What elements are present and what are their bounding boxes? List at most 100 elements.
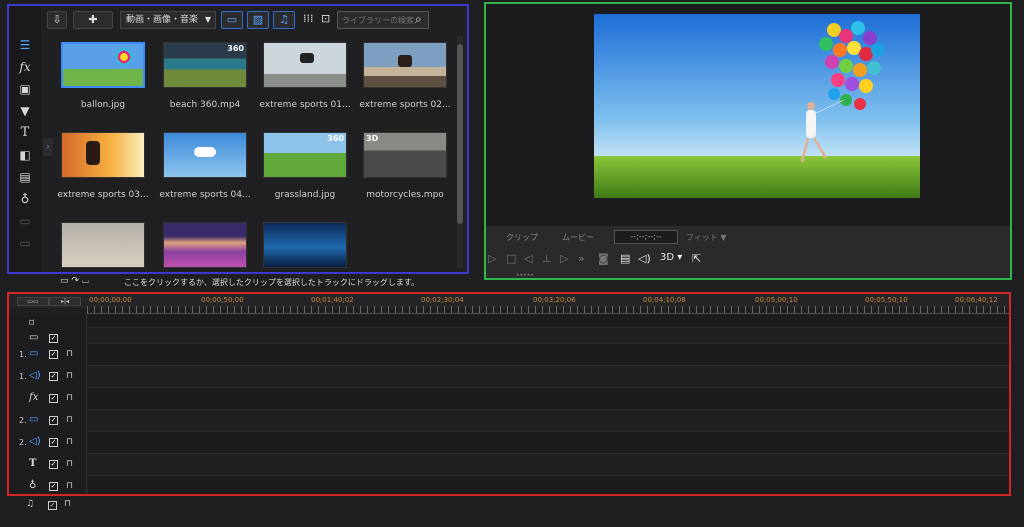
lock-icon[interactable]: ⊓ [66,481,73,491]
stop-icon[interactable]: □ [506,252,516,265]
list-item[interactable]: 3D motorcycles.mpo [363,132,447,200]
list-item[interactable] [61,222,145,268]
plugin-icon[interactable]: ✚ [73,11,113,29]
3d-mode-toggle[interactable]: 3D ▾ [660,252,682,263]
chapter-room-icon[interactable]: ▭ [17,236,33,250]
import-icon[interactable]: ⇩ [47,11,67,29]
expand-panel-toggle[interactable]: › [43,138,53,156]
list-item[interactable]: extreme sports 02... [359,42,451,110]
list-item[interactable] [163,222,247,268]
fast-forward-icon[interactable]: » [578,252,585,265]
microphone-icon[interactable]: ♁ [17,192,33,206]
snapshot-icon[interactable]: ◙ [598,252,609,265]
play-icon[interactable]: ▷ [488,252,496,265]
track-lane-audio-2[interactable] [88,432,1009,454]
room-sidebar: ☰ fx ▣ ▼ T ◧ ▤ ♁ ▭ ▭ [9,6,41,272]
next-frame-icon[interactable]: ▷ [560,252,568,265]
insert-mode-icon[interactable]: ▭ ↷ ⌴ [60,276,110,286]
thumbnail-label: motorcycles.mpo [366,190,444,200]
track-lane-video-2[interactable] [88,410,1009,432]
track-lane-subtitle[interactable] [88,328,1009,344]
split-icon[interactable]: ⊥ [542,252,552,265]
media-type-select[interactable]: 動画・画像・音楽 ▼ [120,11,216,29]
list-item[interactable]: 360 beach 360.mp4 [163,42,247,110]
tab-clip[interactable]: クリップ [506,232,538,243]
media-room-icon[interactable]: ☰ [17,38,33,52]
library-scrollbar[interactable] [457,36,463,268]
track-enable-checkbox[interactable]: ✓ [49,438,58,447]
list-item[interactable]: extreme sports 01... [259,42,351,110]
timecode-field[interactable]: --;--;--;-- [614,230,678,244]
thumbnail-label: grassland.jpg [274,190,336,200]
ruler-label: 00;06;40;12 [955,296,998,304]
video-filter-icon[interactable]: ▭ [221,11,243,29]
preview-panel: クリップ ムービー --;--;--;-- フィット ▼ ▷ □ ◁ ⊥ ▷ »… [484,2,1012,280]
volume-icon[interactable]: ◁) [638,252,651,265]
audio-track-icon: ◁) [29,370,41,381]
fullscreen-icon[interactable]: ⊡ [321,12,330,25]
lock-icon[interactable]: ⊓ [66,349,73,359]
track-row-audio-1: 1. ◁) ✓ ⊓ [9,366,87,388]
library-hint-bar: ▭ ↷ ⌴ ここをクリックするか、選択したクリップを選択したトラックにドラッグし… [60,276,480,290]
music-filter-icon[interactable]: ♫ [273,11,295,29]
track-enable-checkbox[interactable]: ✓ [49,372,58,381]
360-badge: 360 [327,134,344,143]
fit-timeline-icon[interactable]: ▸|◂ [49,297,81,306]
track-enable-checkbox[interactable]: ✓ [49,334,58,343]
list-item[interactable]: extreme sports 04... [159,132,251,200]
lock-icon[interactable]: ⊓ [66,437,73,447]
scrollbar-thumb[interactable] [457,44,463,224]
track-row-music: ♫ ✓ ⊓ [26,499,86,513]
track-enable-checkbox[interactable]: ✓ [49,460,58,469]
lock-icon[interactable]: ⊓ [66,371,73,381]
zoom-fit-select[interactable]: フィット ▼ [686,232,727,243]
title-room-icon[interactable]: T [17,126,33,140]
undock-icon[interactable]: ⇱ [692,252,701,265]
list-item[interactable]: ballon.jpg [61,42,145,110]
thumbnail [263,42,347,88]
pip-room-icon[interactable]: ▣ [17,82,33,96]
track-manager-icon[interactable]: ▭▭ [17,297,49,306]
track-lane-video-1[interactable] [88,344,1009,366]
fx-room-icon[interactable]: fx [17,60,33,74]
lock-icon[interactable]: ⊓ [64,499,71,509]
subtitle-icon[interactable]: ▤ [620,252,630,265]
menu-room-icon[interactable]: ▤ [17,170,33,184]
track-enable-checkbox[interactable]: ✓ [49,416,58,425]
list-item[interactable]: 360 grassland.jpg [263,132,347,200]
timeline-ruler[interactable] [87,306,1009,314]
list-item[interactable]: extreme sports 03... [57,132,149,200]
track-lane-chapter[interactable] [88,314,1009,328]
resize-handle[interactable]: ••••• [516,272,534,278]
thumbnail-label: extreme sports 01... [259,100,351,110]
tab-movie[interactable]: ムービー [562,232,594,243]
track-lane-voice[interactable] [88,476,1009,494]
search-icon[interactable]: ⌕ [415,12,422,27]
track-row-video-2: 2. ▭ ✓ ⊓ [9,410,87,432]
particle-room-icon[interactable]: ▼ [17,104,33,118]
lock-icon[interactable]: ⊓ [66,459,73,469]
track-row-voice: ♁ ✓ ⊓ [9,476,87,494]
3d-mode-label: 3D [660,252,675,263]
subtitle-room-icon[interactable]: ▭ [17,214,33,228]
track-enable-checkbox[interactable]: ✓ [48,501,57,510]
ruler-label: 00;04;10;08 [643,296,686,304]
transition-room-icon[interactable]: ◧ [17,148,33,162]
video-track-icon: ▭ [29,414,39,425]
grid-view-icon[interactable]: ⁞⁞⁞ [303,12,314,25]
video-track-icon: ▭ [29,348,39,359]
track-enable-checkbox[interactable]: ✓ [49,350,58,359]
thumbnail-label: extreme sports 02... [359,100,451,110]
lock-icon[interactable]: ⊓ [66,415,73,425]
track-lane-title[interactable] [88,454,1009,476]
track-enable-checkbox[interactable]: ✓ [49,482,58,491]
image-filter-icon[interactable]: ▨ [247,11,269,29]
track-lane-fx[interactable] [88,388,1009,410]
list-item[interactable] [263,222,347,268]
track-number: 2. [19,438,27,447]
previous-frame-icon[interactable]: ◁ [524,252,532,265]
lock-icon[interactable]: ⊓ [66,393,73,403]
app-window: ☰ fx ▣ ▼ T ◧ ▤ ♁ ▭ ▭ ⇩ ✚ 動画・画像・音楽 ▼ ▭ ▨ … [0,0,1024,527]
track-lane-audio-1[interactable] [88,366,1009,388]
track-enable-checkbox[interactable]: ✓ [49,394,58,403]
